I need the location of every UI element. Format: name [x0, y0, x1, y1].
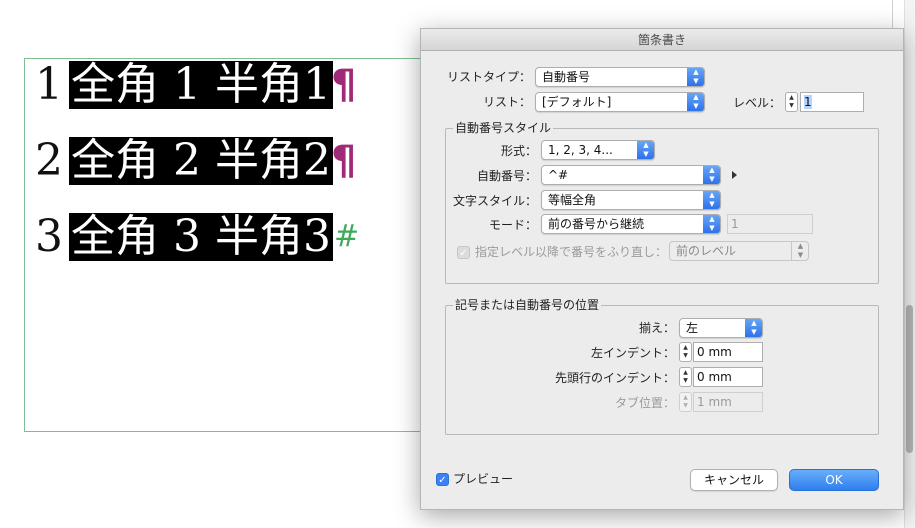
format-select[interactable]: 1, 2, 3, 4... ▲ ▼: [541, 140, 655, 160]
list-line-1[interactable]: 1 全角 1 半角1 ¶: [35, 60, 356, 110]
list-line-2[interactable]: 2 全角 2 半角2 ¶: [35, 136, 356, 186]
align-select[interactable]: 左 ▲ ▼: [679, 318, 763, 338]
tab-position-stepper[interactable]: ▲ ▼: [679, 392, 692, 412]
format-label: 形式：: [500, 144, 537, 158]
popup-arrows-icon: ▲ ▼: [703, 166, 720, 184]
list-type-label: リストタイプ：: [446, 70, 531, 84]
mode-value: 前の番号から継続: [548, 217, 645, 231]
left-indent-value: 0 mm: [697, 345, 732, 359]
number-combo[interactable]: ^# ▲ ▼: [541, 165, 721, 185]
end-of-story-icon: #: [333, 219, 360, 254]
first-indent-value: 0 mm: [697, 370, 732, 384]
mode-start-value: 1: [731, 217, 739, 231]
level-field[interactable]: 1: [800, 92, 864, 112]
list-type-value: 自動番号: [542, 70, 591, 84]
left-indent-field[interactable]: 0 mm: [693, 342, 763, 362]
selected-text: 全角 1 半角1: [69, 59, 333, 110]
restart-select[interactable]: 前のレベル ▲ ▼: [669, 241, 809, 261]
pilcrow-icon: ¶: [330, 62, 357, 108]
first-indent-label: 先頭行のインデント：: [554, 371, 675, 385]
first-indent-stepper[interactable]: ▲ ▼: [679, 367, 692, 387]
level-label: レベル：: [732, 96, 781, 110]
tab-position-field[interactable]: 1 mm: [693, 392, 763, 412]
pilcrow-icon: ¶: [330, 138, 357, 184]
restart-label: 指定レベル以降で番号をふり直し：: [475, 245, 668, 259]
list-label: リスト：: [482, 95, 531, 109]
number-value: ^#: [548, 168, 569, 182]
insert-special-menu-icon[interactable]: [732, 171, 737, 179]
char-style-label: 文字スタイル：: [452, 194, 537, 208]
list-number: 3: [35, 211, 63, 262]
popup-arrows-icon: ▲ ▼: [637, 141, 654, 159]
char-style-value: 等幅全角: [548, 193, 597, 207]
selected-text: 全角 2 半角2: [69, 135, 333, 186]
list-number: 1: [35, 59, 63, 110]
popup-arrows-icon: ▲ ▼: [745, 319, 762, 337]
mode-label: モード：: [488, 218, 537, 232]
level-stepper[interactable]: ▲ ▼: [785, 92, 798, 112]
bullets-numbering-dialog: 箇条書き リストタイプ： 自動番号 ▲ ▼ リスト： [デフォルト] ▲ ▼ レベル…: [420, 28, 904, 510]
popup-arrows-icon: ▲ ▼: [687, 68, 704, 86]
preview-label: プレビュー: [453, 472, 514, 486]
selected-text: 全角 3 半角3: [69, 211, 333, 262]
list-line-3[interactable]: 3 全角 3 半角3 #: [35, 212, 359, 262]
left-indent-label: 左インデント：: [590, 346, 675, 360]
restart-value: 前のレベル: [676, 244, 737, 258]
tab-position-label: タブ位置：: [614, 396, 675, 410]
list-select[interactable]: [デフォルト] ▲ ▼: [535, 92, 705, 112]
mode-select[interactable]: 前の番号から継続 ▲ ▼: [541, 214, 721, 234]
popup-arrows-icon: ▲ ▼: [703, 215, 720, 233]
mode-start-field[interactable]: 1: [727, 214, 813, 234]
number-label: 自動番号：: [476, 169, 537, 183]
position-title: 記号または自動番号の位置: [453, 298, 602, 312]
ok-button[interactable]: OK: [789, 469, 879, 491]
tab-position-value: 1 mm: [697, 395, 732, 409]
align-value: 左: [686, 321, 699, 335]
format-value: 1, 2, 3, 4...: [548, 143, 613, 157]
popup-arrows-icon: ▲ ▼: [703, 191, 720, 209]
list-type-select[interactable]: 自動番号 ▲ ▼: [535, 67, 705, 87]
restart-checkbox[interactable]: ✓: [457, 246, 470, 259]
left-indent-stepper[interactable]: ▲ ▼: [679, 342, 692, 362]
dialog-title: 箇条書き: [421, 29, 903, 51]
popup-arrows-icon: ▲ ▼: [791, 242, 808, 260]
numbering-style-title: 自動番号スタイル: [453, 121, 554, 135]
preview-checkbox[interactable]: ✓: [436, 473, 449, 486]
char-style-select[interactable]: 等幅全角 ▲ ▼: [541, 190, 721, 210]
scrollbar-thumb[interactable]: [906, 305, 913, 453]
divider: [892, 0, 893, 30]
cancel-button[interactable]: キャンセル: [690, 469, 778, 491]
level-value: 1: [804, 95, 812, 109]
list-value: [デフォルト]: [542, 95, 612, 109]
screen: 1 全角 1 半角1 ¶ 2 全角 2 半角2 ¶ 3 全角 3 半角3 # 箇…: [0, 0, 915, 528]
align-label: 揃え：: [638, 321, 675, 335]
list-number: 2: [35, 135, 63, 186]
popup-arrows-icon: ▲ ▼: [687, 93, 704, 111]
first-indent-field[interactable]: 0 mm: [693, 367, 763, 387]
